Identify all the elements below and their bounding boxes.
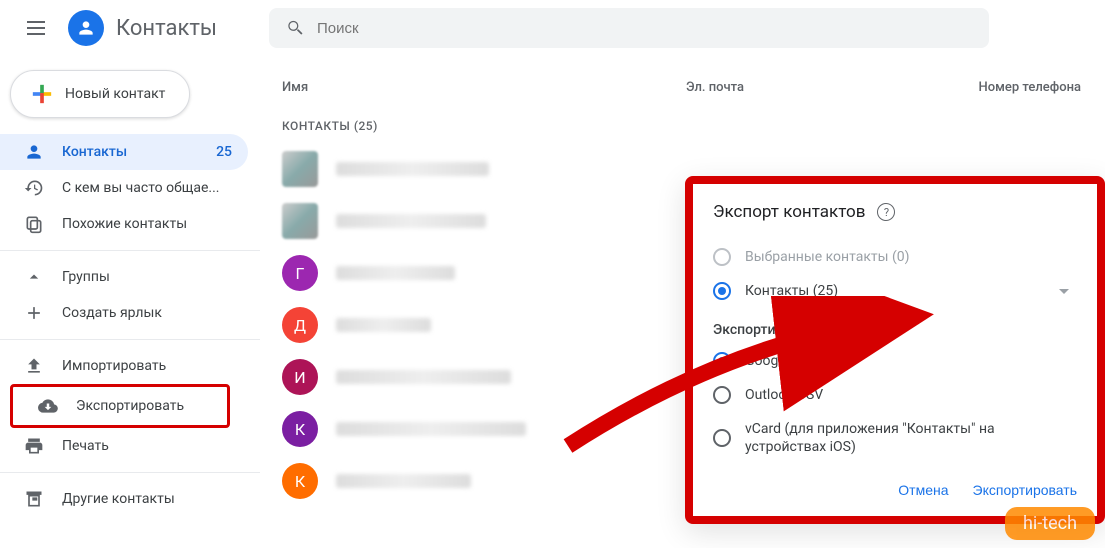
sidebar-item-label: Группы [62, 269, 110, 285]
watermark: hi-tech [1005, 507, 1095, 540]
add-icon [24, 303, 44, 323]
divider [0, 472, 260, 473]
radio-all-contacts[interactable]: Контакты (25) [713, 274, 1077, 308]
radio-icon [713, 386, 731, 404]
cancel-button[interactable]: Отмена [898, 482, 948, 498]
chevron-down-icon[interactable] [1059, 289, 1069, 294]
person-icon [76, 18, 96, 38]
divider [0, 250, 260, 251]
col-header-phone: Номер телефона [979, 80, 1090, 95]
app-header: Контакты [0, 0, 1105, 56]
sidebar-item-label: Похожие контакты [62, 216, 187, 232]
sidebar-item-label: Экспортировать [76, 398, 184, 414]
col-header-email: Эл. почта [686, 80, 979, 95]
cloud-download-icon [38, 396, 58, 416]
contact-name-blurred [336, 474, 471, 488]
sidebar-item-merge[interactable]: Похожие контакты [0, 206, 248, 242]
hamburger-icon [27, 21, 45, 35]
merge-icon [24, 214, 44, 234]
export-as-heading: Экспортировать как [713, 322, 1077, 338]
contact-name-blurred [336, 214, 486, 228]
search-input[interactable] [317, 20, 973, 37]
sidebar-item-label: Печать [62, 438, 109, 454]
app-logo [68, 10, 104, 46]
dialog-title: Экспорт контактов [713, 202, 865, 222]
sidebar-item-label: Создать ярлык [62, 305, 162, 321]
sidebar-item-contacts[interactable]: Контакты 25 [0, 134, 248, 170]
radio-selected-contacts: Выбранные контакты (0) [713, 240, 1077, 274]
column-headers: Имя Эл. почта Номер телефона [276, 56, 1089, 105]
menu-button[interactable] [16, 8, 56, 48]
sidebar-item-frequent[interactable]: С кем вы часто общае... [0, 170, 248, 206]
sidebar-item-import[interactable]: Импортировать [0, 348, 248, 384]
radio-label: Выбранные контакты (0) [745, 249, 910, 265]
sidebar-item-label: Контакты [62, 144, 127, 160]
person-icon [24, 142, 44, 162]
divider [0, 339, 260, 340]
export-highlight: Экспортировать [10, 384, 230, 428]
section-label: КОНТАКТЫ (25) [276, 105, 1089, 143]
search-icon [285, 18, 305, 38]
contact-name-blurred [336, 370, 511, 384]
avatar [282, 203, 318, 239]
radio-icon [713, 282, 731, 300]
app-title: Контакты [116, 16, 217, 41]
new-contact-button[interactable]: Новый контакт [10, 70, 190, 118]
sidebar-item-label: Импортировать [62, 358, 166, 374]
radio-icon [713, 429, 731, 447]
radio-label: vCard (для приложения "Контакты" на устр… [745, 420, 1077, 456]
archive-icon [24, 489, 44, 509]
col-header-name: Имя [276, 80, 686, 95]
radio-outlook-csv[interactable]: Outlook CSV [713, 378, 1077, 412]
sidebar-item-label: Другие контакты [62, 491, 175, 507]
radio-label: Контакты (25) [745, 283, 838, 299]
sidebar-item-groups[interactable]: Группы [0, 259, 248, 295]
avatar: К [282, 411, 318, 447]
main-content: Имя Эл. почта Номер телефона КОНТАКТЫ (2… [260, 56, 1105, 527]
radio-icon [713, 248, 731, 266]
radio-label: Outlook CSV [745, 387, 823, 403]
search-box[interactable] [269, 8, 989, 48]
help-icon[interactable]: ? [877, 203, 895, 221]
sidebar-item-other[interactable]: Другие контакты [0, 481, 248, 517]
avatar: К [282, 463, 318, 499]
sidebar-item-label: С кем вы часто общае... [62, 180, 219, 196]
export-button[interactable]: Экспортировать [973, 482, 1077, 498]
avatar: Г [282, 255, 318, 291]
contacts-count-badge: 25 [216, 144, 232, 160]
sidebar-item-print[interactable]: Печать [0, 428, 248, 464]
avatar: И [282, 359, 318, 395]
history-icon [24, 178, 44, 198]
avatar [282, 151, 318, 187]
contact-name-blurred [336, 162, 489, 176]
radio-icon [713, 352, 731, 370]
radio-google-csv[interactable]: Google CSV [713, 344, 1077, 378]
chevron-up-icon [24, 267, 44, 287]
contact-name-blurred [336, 266, 455, 280]
new-contact-label: Новый контакт [65, 86, 165, 102]
avatar: Д [282, 307, 318, 343]
radio-vcard[interactable]: vCard (для приложения "Контакты" на устр… [713, 412, 1077, 464]
print-icon [24, 436, 44, 456]
sidebar-item-create-label[interactable]: Создать ярлык [0, 295, 248, 331]
radio-label: Google CSV [745, 353, 819, 369]
plus-icon [31, 83, 53, 105]
contact-name-blurred [336, 422, 526, 436]
contact-name-blurred [336, 318, 431, 332]
upload-icon [24, 356, 44, 376]
sidebar-item-export[interactable]: Экспортировать [14, 388, 226, 424]
export-dialog: Экспорт контактов ? Выбранные контакты (… [685, 176, 1105, 524]
sidebar: Новый контакт Контакты 25 С кем вы часто… [0, 56, 260, 527]
watermark-text: hi-tech [1023, 513, 1077, 534]
